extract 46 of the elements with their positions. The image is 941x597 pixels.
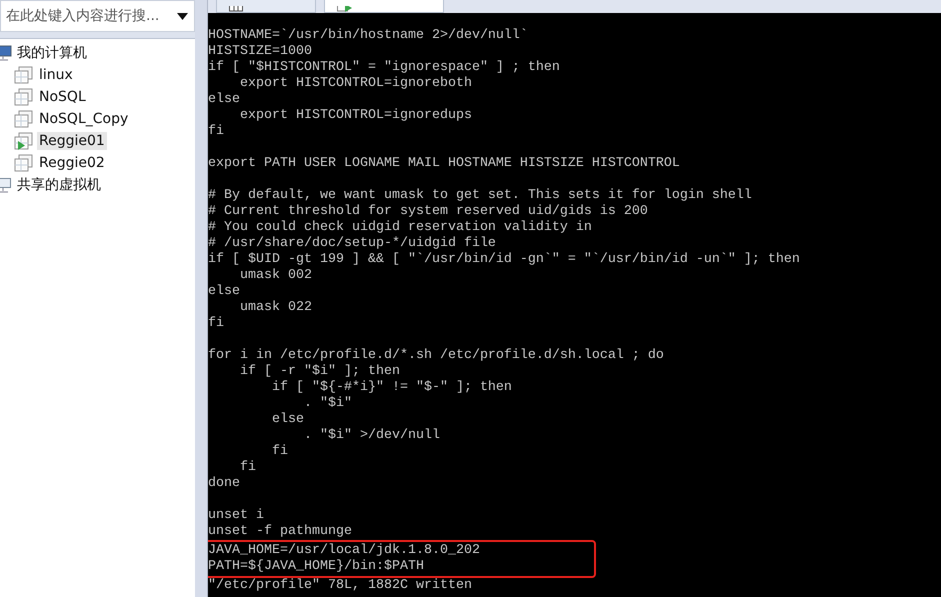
terminal-line: if [ -r "$i" ]; then bbox=[238, 364, 401, 380]
terminal-line: if [ "$HISTCONTROL" = "ignorespace" ] ; then bbox=[208, 60, 561, 76]
computer-icon bbox=[0, 45, 12, 61]
terminal-line: "/etc/profile" 78L, 1882C written bbox=[208, 578, 473, 594]
tree-item[interactable]: 共享的虚拟机 bbox=[15, 175, 103, 195]
terminal-line: # Current threshold for system reserved uid/gids is 200 bbox=[208, 204, 649, 220]
terminal-line: else bbox=[208, 92, 241, 108]
terminal-line: export HISTCONTROL=ignoreboth bbox=[239, 76, 473, 92]
terminal-line: # /usr/share/doc/setup-*/uidgid file bbox=[208, 236, 497, 252]
tree-item[interactable]: NoSQL_Copy bbox=[37, 110, 130, 128]
terminal-line: done bbox=[208, 476, 241, 492]
terminal-line: JAVA_HOME=/usr/local/jdk.1.8.0_202 bbox=[208, 543, 481, 559]
terminal-line: umask 002 bbox=[239, 268, 313, 284]
terminal-line: for i in /etc/profile.d/*.sh /etc/profile.d/sh.local ; do bbox=[208, 348, 665, 364]
terminal-line: . "$i" >/dev/null bbox=[302, 428, 441, 444]
running-vm-icon bbox=[337, 6, 353, 12]
terminal-line: else bbox=[270, 412, 305, 428]
tree-item[interactable]: Reggie02 bbox=[37, 154, 107, 172]
terminal-line: fi bbox=[208, 124, 225, 140]
tab[interactable] bbox=[216, 0, 316, 13]
terminal-line: fi bbox=[208, 316, 225, 332]
search-field[interactable]: 在此处键入内容进行搜... bbox=[0, 0, 195, 32]
terminal-line: unset i bbox=[208, 508, 265, 524]
tree-item[interactable]: Reggie01 bbox=[37, 132, 107, 150]
terminal-line: fi bbox=[270, 444, 289, 460]
grid-icon bbox=[229, 6, 243, 12]
terminal-line: else bbox=[208, 284, 241, 300]
tree-item[interactable]: linux bbox=[37, 66, 75, 84]
shared-computer-icon bbox=[0, 177, 12, 193]
tree-item[interactable]: 我的计算机 bbox=[15, 43, 89, 63]
terminal-line: HOSTNAME=`/usr/bin/hostname 2>/dev/null` bbox=[208, 28, 529, 44]
terminal-line: # You could check uidgid reservation validity in bbox=[208, 220, 593, 236]
terminal-line: PATH=${JAVA_HOME}/bin:$PATH bbox=[208, 559, 425, 575]
terminal-line: umask 022 bbox=[238, 300, 313, 316]
terminal-line: HISTSIZE=1000 bbox=[208, 44, 313, 60]
caret-icon bbox=[177, 12, 188, 20]
terminal-line: export PATH USER LOGNAME MAIL HOSTNAME HISTSIZE HISTCONTROL bbox=[208, 156, 681, 172]
tree-item[interactable]: NoSQL bbox=[37, 88, 88, 106]
terminal-line: if [ $UID -gt 199 ] && [ "`/usr/bin/id -gn`" = "`/usr/bin/id -un`" ]; then bbox=[208, 252, 801, 268]
terminal-line: # By default, we want umask to get set. This sets it for login shell bbox=[208, 188, 753, 204]
terminal-line: export HISTCONTROL=ignoredups bbox=[238, 108, 473, 124]
terminal-line: unset -f pathmunge bbox=[208, 524, 353, 540]
terminal-line: . "$i" bbox=[303, 396, 353, 412]
tab[interactable] bbox=[324, 0, 444, 13]
terminal-line: fi bbox=[239, 460, 257, 476]
terminal-line: if [ "${-#*i}" != "$-" ]; then bbox=[270, 380, 513, 396]
